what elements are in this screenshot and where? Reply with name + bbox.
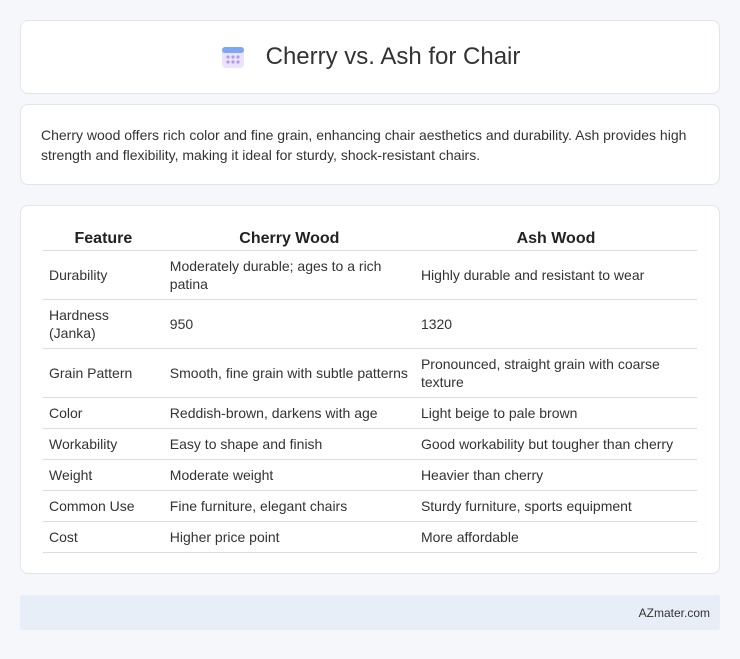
table-row: Weight Moderate weight Heavier than cher… bbox=[43, 459, 697, 491]
feature-cell: Workability bbox=[43, 428, 164, 460]
table-row: Color Reddish-brown, darkens with age Li… bbox=[43, 397, 697, 429]
table-header-row: Feature Cherry Wood Ash Wood bbox=[43, 228, 697, 251]
feature-cell: Hardness (Janka) bbox=[43, 299, 164, 349]
cherry-cell: Reddish-brown, darkens with age bbox=[163, 397, 415, 429]
header-feature: Feature bbox=[43, 228, 164, 251]
footer-bar: AZmater.com bbox=[20, 595, 720, 630]
ash-cell: Pronounced, straight grain with coarse t… bbox=[414, 348, 697, 398]
feature-cell: Common Use bbox=[43, 490, 164, 522]
header-cherry: Cherry Wood bbox=[163, 228, 415, 251]
page-title: Cherry vs. Ash for Chair bbox=[265, 43, 521, 70]
intro-text: Cherry wood offers rich color and fine g… bbox=[41, 127, 687, 163]
cherry-cell: Moderate weight bbox=[163, 459, 415, 491]
table-row: Common Use Fine furniture, elegant chair… bbox=[43, 490, 697, 522]
ash-cell: More affordable bbox=[414, 521, 697, 553]
ash-cell: Highly durable and resistant to wear bbox=[414, 250, 697, 300]
feature-cell: Durability bbox=[43, 250, 164, 300]
intro-card: Cherry wood offers rich color and fine g… bbox=[20, 104, 720, 185]
footer-brand[interactable]: AZmater.com bbox=[639, 606, 710, 620]
cherry-cell: Higher price point bbox=[163, 521, 415, 553]
comparison-table: Feature Cherry Wood Ash Wood Durability … bbox=[43, 228, 697, 553]
feature-cell: Grain Pattern bbox=[43, 348, 164, 398]
ash-cell: Good workability but tougher than cherry bbox=[414, 428, 697, 460]
cherry-cell: Easy to shape and finish bbox=[163, 428, 415, 460]
cherry-cell: Smooth, fine grain with subtle patterns bbox=[163, 348, 415, 398]
feature-cell: Weight bbox=[43, 459, 164, 491]
cherry-cell: Moderately durable; ages to a rich patin… bbox=[163, 250, 415, 300]
feature-cell: Color bbox=[43, 397, 164, 429]
header-ash: Ash Wood bbox=[414, 228, 697, 251]
table-row: Workability Easy to shape and finish Goo… bbox=[43, 428, 697, 460]
feature-cell: Cost bbox=[43, 521, 164, 553]
cherry-cell: Fine furniture, elegant chairs bbox=[163, 490, 415, 522]
table-row: Hardness (Janka) 950 1320 bbox=[43, 299, 697, 349]
title-card: Cherry vs. Ash for Chair bbox=[20, 20, 720, 94]
ash-cell: 1320 bbox=[414, 299, 697, 349]
calendar-icon bbox=[221, 47, 244, 68]
ash-cell: Heavier than cherry bbox=[414, 459, 697, 491]
table-row: Grain Pattern Smooth, fine grain with su… bbox=[43, 348, 697, 398]
cherry-cell: 950 bbox=[163, 299, 415, 349]
table-row: Cost Higher price point More affordable bbox=[43, 521, 697, 553]
ash-cell: Sturdy furniture, sports equipment bbox=[414, 490, 697, 522]
comparison-card: Feature Cherry Wood Ash Wood Durability … bbox=[20, 205, 720, 574]
table-row: Durability Moderately durable; ages to a… bbox=[43, 250, 697, 300]
ash-cell: Light beige to pale brown bbox=[414, 397, 697, 429]
